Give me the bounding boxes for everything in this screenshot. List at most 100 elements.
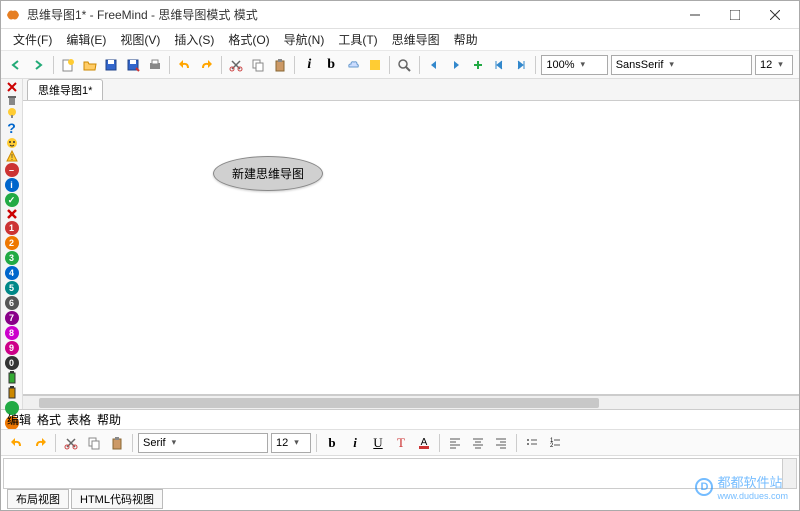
trash-icon[interactable] (4, 94, 20, 106)
cloud-icon[interactable] (343, 55, 362, 75)
battery2-icon[interactable] (4, 386, 20, 400)
copy-icon[interactable] (248, 55, 267, 75)
print-icon[interactable] (146, 55, 165, 75)
note-underline-icon[interactable]: U (368, 433, 388, 453)
color-icon[interactable] (365, 55, 384, 75)
prev-map-icon[interactable] (7, 55, 26, 75)
priority4-icon[interactable]: 4 (4, 266, 20, 280)
bold-icon[interactable]: b (322, 55, 341, 75)
priority1-icon[interactable]: 1 (4, 221, 20, 235)
bulb-icon[interactable] (4, 107, 20, 119)
note-paste-icon[interactable] (107, 433, 127, 453)
note-undo-icon[interactable] (7, 433, 27, 453)
stop-icon[interactable]: – (4, 163, 20, 177)
note-font-value: Serif (143, 437, 166, 449)
chevron-down-icon: ▾ (581, 59, 586, 70)
new-icon[interactable] (58, 55, 77, 75)
nav-last-icon[interactable] (512, 55, 531, 75)
menu-edit[interactable]: 编辑(E) (60, 29, 112, 50)
svg-text:2: 2 (550, 443, 554, 449)
horizontal-scrollbar[interactable] (23, 395, 799, 409)
align-center-icon[interactable] (468, 433, 488, 453)
align-left-icon[interactable] (445, 433, 465, 453)
next-map-icon[interactable] (29, 55, 48, 75)
note-clear-icon[interactable]: T (391, 433, 411, 453)
note-menu-edit[interactable]: 编辑 (7, 411, 31, 428)
scroll-thumb[interactable] (39, 398, 599, 408)
app-icon (5, 7, 21, 23)
find-icon[interactable] (395, 55, 414, 75)
ok-icon[interactable]: ✓ (4, 193, 20, 207)
priority9-icon[interactable]: 9 (4, 341, 20, 355)
warning-icon[interactable]: ! (4, 150, 20, 162)
menu-format[interactable]: 格式(O) (222, 29, 275, 50)
cancel-icon[interactable] (4, 208, 20, 220)
priority0-icon[interactable]: 0 (4, 356, 20, 370)
note-redo-icon[interactable] (30, 433, 50, 453)
saveas-icon[interactable] (124, 55, 143, 75)
window-title: 思维导图1* - FreeMind - 思维导图模式 模式 (27, 6, 675, 23)
menu-mindmap[interactable]: 思维导图 (386, 29, 446, 50)
note-menu-table[interactable]: 表格 (67, 411, 91, 428)
main-toolbar: i b 100%▾ SansSerif▾ 12▾ (1, 51, 799, 79)
save-icon[interactable] (102, 55, 121, 75)
priority6-icon[interactable]: 6 (4, 296, 20, 310)
document-tab[interactable]: 思维导图1* (27, 79, 103, 100)
note-textarea[interactable] (3, 458, 797, 489)
note-bold-icon[interactable]: b (322, 433, 342, 453)
separator (132, 434, 133, 452)
mindmap-canvas[interactable]: 新建思维导图 (23, 101, 799, 395)
menu-insert[interactable]: 插入(S) (168, 29, 220, 50)
nav-right-icon[interactable] (446, 55, 465, 75)
info-icon[interactable]: i (4, 178, 20, 192)
menu-help[interactable]: 帮助 (448, 29, 484, 50)
priority8-icon[interactable]: 8 (4, 326, 20, 340)
close-button[interactable] (755, 3, 795, 27)
note-cut-icon[interactable] (61, 433, 81, 453)
menu-tools[interactable]: 工具(T) (332, 29, 383, 50)
zoom-combo[interactable]: 100%▾ (541, 55, 607, 75)
question-icon[interactable]: ? (4, 120, 20, 136)
minimize-button[interactable] (675, 3, 715, 27)
maximize-button[interactable] (715, 3, 755, 27)
layout-view-tab[interactable]: 布局视图 (7, 489, 69, 509)
note-size-combo[interactable]: 12▾ (271, 433, 311, 453)
redo-icon[interactable] (197, 55, 216, 75)
note-copy-icon[interactable] (84, 433, 104, 453)
root-node[interactable]: 新建思维导图 (213, 156, 323, 191)
italic-icon[interactable]: i (300, 55, 319, 75)
priority3-icon[interactable]: 3 (4, 251, 20, 265)
watermark: D 都都软件站 www.dudues.com (695, 472, 788, 501)
priority7-icon[interactable]: 7 (4, 311, 20, 325)
note-menu-help[interactable]: 帮助 (97, 411, 121, 428)
main-area: ? ! – i ✓ 1 2 3 4 5 6 7 8 9 0 思维导图1* 新建思… (1, 79, 799, 409)
nav-first-icon[interactable] (490, 55, 509, 75)
note-italic-icon[interactable]: i (345, 433, 365, 453)
battery-icon[interactable] (4, 371, 20, 385)
menu-view[interactable]: 视图(V) (114, 29, 166, 50)
separator (169, 56, 170, 74)
font-combo[interactable]: SansSerif▾ (611, 55, 752, 75)
note-editor-panel: 编辑 格式 表格 帮助 Serif▾ 12▾ b i U T A 12 布局视图… (1, 409, 799, 509)
happy-icon[interactable] (4, 137, 20, 149)
undo-icon[interactable] (175, 55, 194, 75)
nav-add-icon[interactable] (468, 55, 487, 75)
open-icon[interactable] (80, 55, 99, 75)
note-font-combo[interactable]: Serif▾ (138, 433, 268, 453)
fontsize-combo[interactable]: 12▾ (755, 55, 793, 75)
cut-icon[interactable] (227, 55, 246, 75)
menu-file[interactable]: 文件(F) (7, 29, 58, 50)
menu-navigate[interactable]: 导航(N) (278, 29, 331, 50)
priority2-icon[interactable]: 2 (4, 236, 20, 250)
align-right-icon[interactable] (491, 433, 511, 453)
chevron-down-icon: ▾ (669, 59, 674, 70)
note-menu-format[interactable]: 格式 (37, 411, 61, 428)
priority5-icon[interactable]: 5 (4, 281, 20, 295)
paste-icon[interactable] (270, 55, 289, 75)
list-bullet-icon[interactable] (522, 433, 542, 453)
nav-left-icon[interactable] (425, 55, 444, 75)
list-number-icon[interactable]: 12 (545, 433, 565, 453)
html-view-tab[interactable]: HTML代码视图 (71, 489, 163, 509)
delete-x-icon[interactable] (4, 81, 20, 93)
note-color-icon[interactable]: A (414, 433, 434, 453)
